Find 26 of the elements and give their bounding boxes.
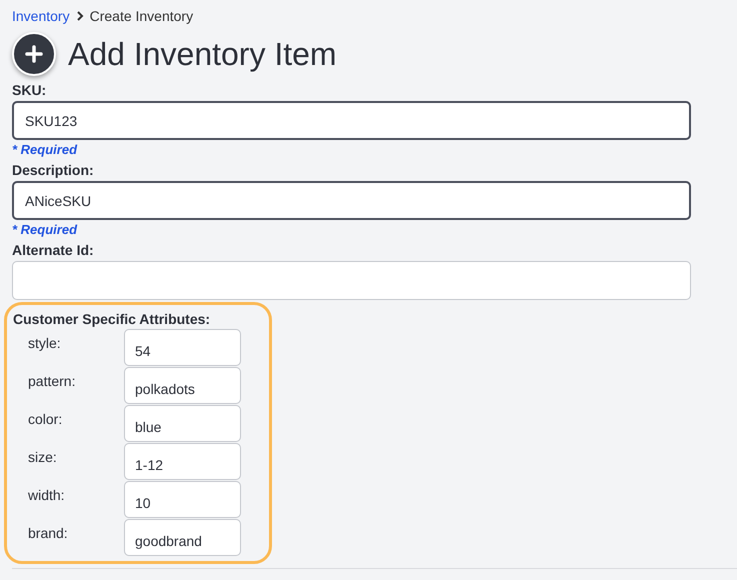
attribute-field[interactable]: 54 (124, 329, 241, 366)
attribute-label: style: (28, 335, 61, 351)
section-title: Customer Specific Attributes: (13, 311, 210, 327)
attribute-label: width: (28, 487, 65, 503)
required-note: * Required (12, 142, 78, 158)
field-label: Description: (12, 162, 94, 179)
attribute-field[interactable]: blue (124, 405, 241, 442)
required-note: * Required (12, 222, 78, 238)
attribute-label: pattern: (28, 373, 76, 389)
attribute-field[interactable]: goodbrand (124, 519, 241, 556)
attribute-label: color: (28, 411, 62, 427)
attribute-field[interactable]: polkadots (124, 367, 241, 404)
text-field[interactable] (12, 261, 691, 300)
attribute-field[interactable]: 1-12 (124, 443, 241, 480)
chevron-icon (76, 11, 84, 21)
breadcrumb-link[interactable]: Inventory (12, 8, 70, 24)
field-label: Alternate Id: (12, 242, 94, 259)
attribute-field[interactable]: 10 (124, 481, 241, 518)
text-field[interactable]: SKU123 (12, 101, 691, 140)
breadcrumb-current: Create Inventory (90, 8, 194, 24)
attribute-label: brand: (28, 525, 68, 541)
field-label: SKU: (12, 82, 46, 99)
text-field[interactable]: ANiceSKU (12, 181, 691, 220)
page-title: Add Inventory Item (68, 36, 337, 72)
attribute-label: size: (28, 449, 57, 465)
add-icon (12, 32, 56, 76)
